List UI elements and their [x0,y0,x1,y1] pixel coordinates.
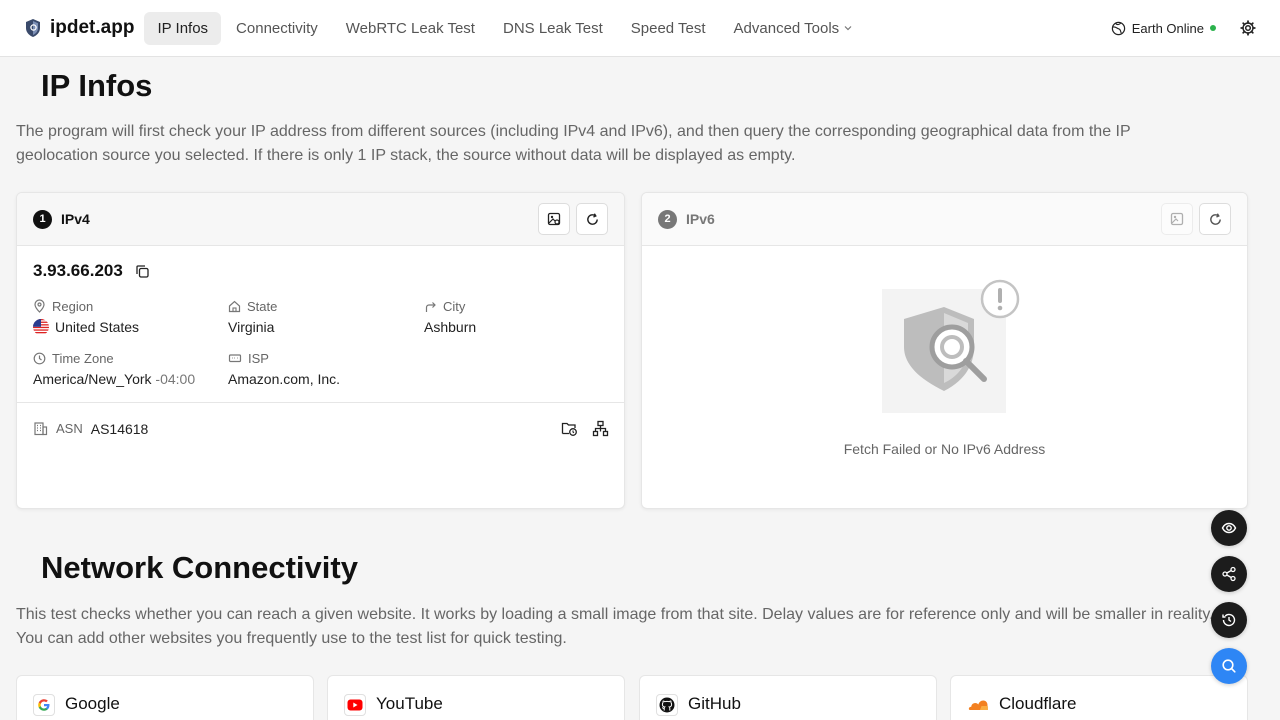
nav-webrtc-leak-test[interactable]: WebRTC Leak Test [333,12,488,45]
ipv4-card-header: 1 IPv4 [17,193,624,246]
nav-advanced-tools[interactable]: Advanced Tools [721,12,867,45]
timezone-field: Time Zone America/New_York -04:00 [33,349,223,388]
connectivity-description: This test checks whether you can reach a… [16,606,1214,647]
connectivity-title: Network Connectivity [41,550,358,585]
building-icon [34,422,48,436]
github-icon [656,694,678,716]
ipv4-refresh-button[interactable] [576,203,608,235]
google-icon [33,694,55,716]
region-value: United States [55,319,140,335]
brand[interactable]: ipdet.app [24,17,134,39]
turn-right-icon [425,301,436,312]
share-icon [1222,566,1236,582]
ipv4-card: 1 IPv4 3.93.66.203 Region United States … [16,192,625,509]
city-field: City Ashburn [424,297,614,336]
nav-label: Advanced Tools [733,19,840,37]
settings-button[interactable] [1240,20,1256,36]
nav-connectivity[interactable]: Connectivity [223,12,331,45]
nav-label: Connectivity [236,19,318,37]
ip-infos-description: The program will first check your IP add… [16,123,1131,164]
isp-field: ISP Amazon.com, Inc. [228,349,418,388]
image-search-icon [547,212,561,226]
ipv6-card: 2 IPv6 Fetch Failed or No IPv6 Address [641,192,1248,509]
ipv6-title: IPv6 [686,211,715,227]
page-title: IP Infos [41,68,153,103]
state-value: Virginia [228,319,275,335]
nav-label: Speed Test [630,19,706,37]
card-divider [17,402,624,403]
region-label: Region [52,298,94,314]
shield-logo-icon [26,19,40,37]
city-value: Ashburn [424,319,477,335]
site-name: Cloudflare [999,694,1077,713]
timezone-label: Time Zone [52,350,114,366]
main-nav: IP Infos Connectivity WebRTC Leak Test D… [144,11,867,45]
preview-fab[interactable] [1211,510,1247,546]
ipv4-address: 3.93.66.203 [33,261,123,280]
status-dot [1210,25,1216,31]
refresh-icon [586,212,598,225]
copy-icon[interactable] [135,264,150,279]
site-card-github[interactable]: GitHub [639,675,937,720]
router-icon [228,354,242,363]
online-status[interactable]: Earth Online [1111,21,1216,36]
ipv4-title: IPv4 [61,211,90,227]
ipv4-export-image-button[interactable] [538,203,570,235]
ipv4-address-row: 3.93.66.203 [33,261,150,281]
image-search-icon [1170,212,1184,226]
nav-speed-test[interactable]: Speed Test [618,12,719,45]
network-tree-icon[interactable] [592,420,609,437]
site-card-cloudflare[interactable]: Cloudflare [950,675,1248,720]
share-fab[interactable] [1211,556,1247,592]
site-name: YouTube [376,694,443,713]
asn-label: ASN [56,421,83,436]
status-text: Earth Online [1131,20,1204,36]
region-field: Region United States [33,297,223,335]
search-icon [1222,659,1236,673]
gear-icon [1240,20,1256,36]
folder-history-icon[interactable] [561,420,578,437]
isp-label: ISP [248,350,269,366]
asn-row: ASN AS14618 [33,420,609,437]
nav-ip-infos[interactable]: IP Infos [144,11,222,45]
clock-icon [33,352,46,364]
nav-label: DNS Leak Test [502,19,603,37]
ipv4-number-badge: 1 [33,209,52,229]
site-card-youtube[interactable]: YouTube [327,675,625,720]
isp-value: Amazon.com, Inc. [228,371,341,387]
ipv6-number-badge: 2 [658,209,677,229]
ipv6-empty-illustration-icon [882,279,1020,413]
ipv6-card-header: 2 IPv6 [642,193,1247,246]
state-field: State Virginia [228,297,418,336]
state-label: State [247,298,278,314]
globe-icon [1111,21,1125,35]
history-icon [1222,613,1236,627]
nav-label: IP Infos [157,19,209,37]
ipv6-export-image-button[interactable] [1161,203,1193,235]
site-name: Google [65,694,120,713]
search-fab[interactable] [1211,648,1247,684]
site-card-google[interactable]: Google [16,675,314,720]
home-icon [228,300,241,312]
timezone-value: America/New_York [33,371,152,387]
asn-value: AS14618 [90,420,149,437]
nav-label: WebRTC Leak Test [345,19,475,37]
top-navbar: ipdet.app IP Infos Connectivity WebRTC L… [0,0,1280,57]
history-fab[interactable] [1211,602,1247,638]
youtube-icon [344,694,366,716]
refresh-icon [1209,212,1221,225]
eye-icon [1221,522,1237,534]
us-flag-icon [33,319,49,335]
brand-name: ipdet.app [50,17,135,38]
nav-dns-leak-test[interactable]: DNS Leak Test [490,12,616,45]
site-name: GitHub [688,694,741,713]
cloudflare-icon [967,694,989,716]
ipv6-empty-message: Fetch Failed or No IPv6 Address [843,441,1046,457]
chevron-down-icon [844,26,852,31]
city-label: City [443,298,466,314]
ipv6-refresh-button[interactable] [1199,203,1231,235]
map-pin-icon [34,299,45,313]
timezone-offset: -04:00 [155,371,196,387]
nav-right: Earth Online [1111,20,1256,36]
